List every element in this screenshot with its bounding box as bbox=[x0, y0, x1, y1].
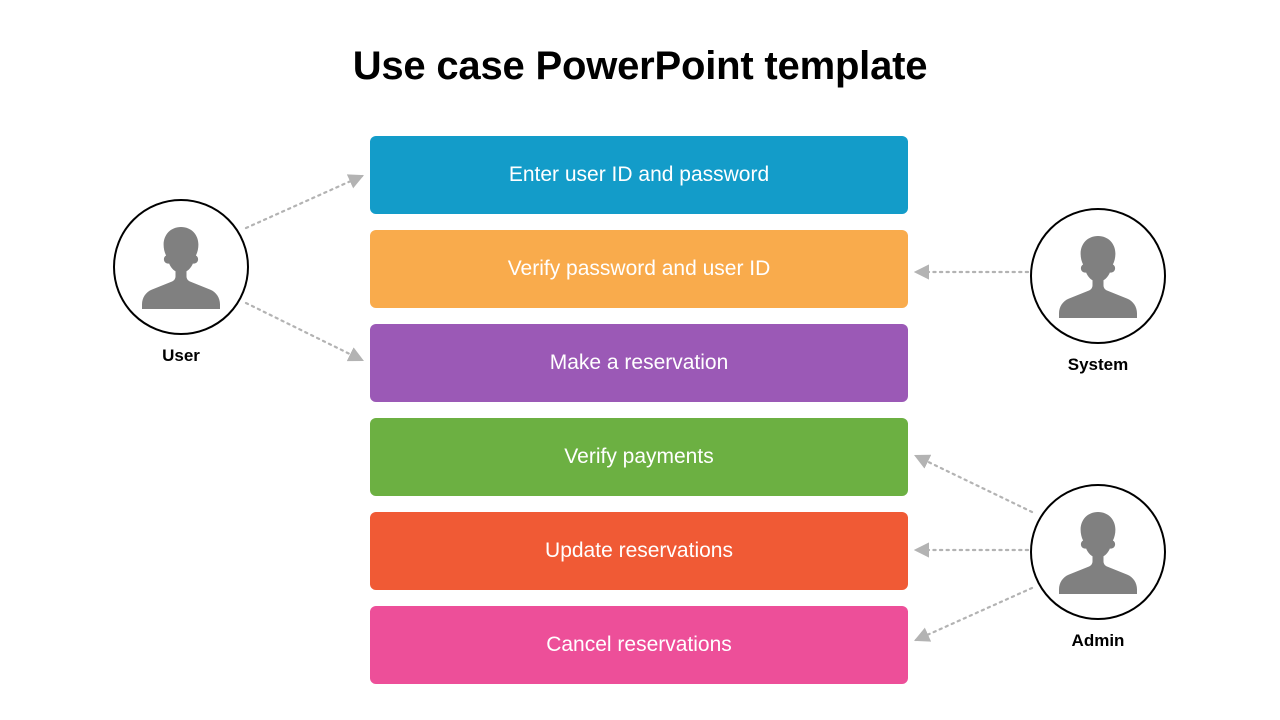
actor-admin-label: Admin bbox=[1071, 631, 1125, 650]
slide-canvas: Use case PowerPoint template Enter user … bbox=[0, 0, 1280, 720]
actor-admin-circle bbox=[1030, 484, 1166, 620]
usecase-bar-enter-credentials[interactable]: Enter user ID and password bbox=[370, 136, 908, 214]
usecase-label: Update reservations bbox=[545, 539, 733, 562]
person-silhouette-icon bbox=[142, 227, 220, 309]
actor-user-label: User bbox=[162, 346, 200, 365]
usecase-bar-verify-payments[interactable]: Verify payments bbox=[370, 418, 908, 496]
connector-user-to-enter-credentials bbox=[244, 174, 365, 230]
actor-user[interactable]: User bbox=[111, 199, 251, 366]
actor-user-circle bbox=[113, 199, 249, 335]
actor-system-circle bbox=[1030, 208, 1166, 344]
usecase-label: Make a reservation bbox=[549, 351, 729, 374]
actor-system-label: System bbox=[1067, 355, 1129, 374]
usecase-label: Enter user ID and password bbox=[508, 163, 770, 186]
usecase-bar-make-reservation[interactable]: Make a reservation bbox=[370, 324, 908, 402]
connector-admin-to-cancel-reservations bbox=[913, 586, 1034, 642]
actor-admin[interactable]: Admin bbox=[1028, 484, 1168, 651]
usecase-label: Verify password and user ID bbox=[507, 257, 771, 280]
usecase-bar-cancel-reservations[interactable]: Cancel reservations bbox=[370, 606, 908, 684]
connector-user-to-make-reservation bbox=[244, 301, 364, 362]
person-silhouette-icon bbox=[1059, 512, 1137, 594]
person-silhouette-icon bbox=[1059, 236, 1137, 318]
connector-admin-to-verify-payments bbox=[914, 454, 1034, 514]
usecase-bar-verify-credentials[interactable]: Verify password and user ID bbox=[370, 230, 908, 308]
actor-system[interactable]: System bbox=[1028, 208, 1168, 375]
usecase-label: Verify payments bbox=[564, 445, 714, 468]
usecase-label: Cancel reservations bbox=[546, 633, 732, 656]
usecase-bar-update-reservations[interactable]: Update reservations bbox=[370, 512, 908, 590]
